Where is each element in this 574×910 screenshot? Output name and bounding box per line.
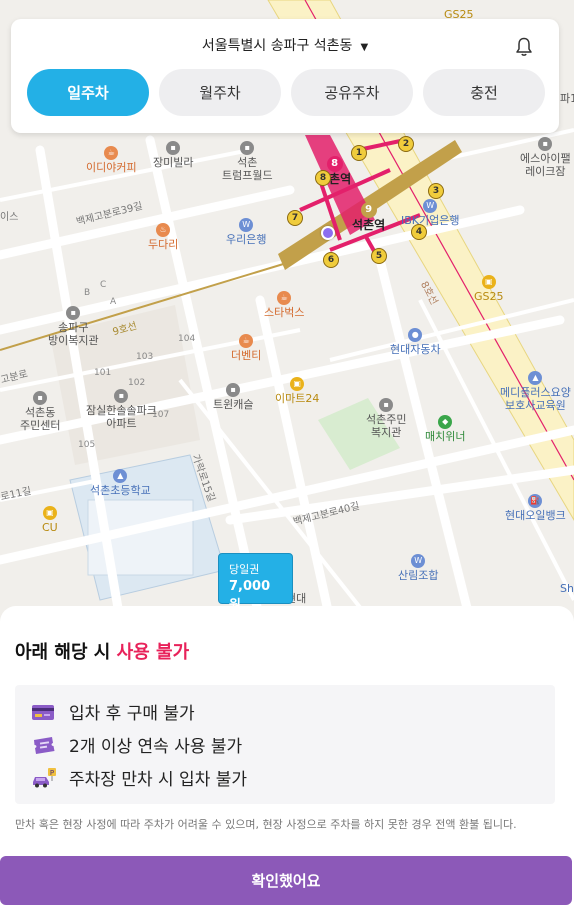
bank-icon: W	[423, 199, 438, 213]
poi-seokchon-center[interactable]: ▪ 석촌동 주민센터	[20, 390, 60, 432]
poi-jamsil-hansol[interactable]: ▪ 잠실한솔솔파크 아파트	[86, 388, 157, 430]
poi-woori[interactable]: W 우리은행	[226, 217, 266, 246]
ticket-icon	[34, 736, 55, 754]
school-icon: ▲	[528, 371, 543, 385]
building-label: 101	[94, 368, 112, 378]
poi-medi-plus[interactable]: ▲ 메디플러스요양 보호사교육원	[500, 370, 571, 412]
car-shop-icon: ●	[408, 328, 423, 342]
store-icon: ▣	[290, 377, 305, 391]
station-label: 석촌역	[352, 218, 386, 232]
restriction-text: 주차장 만차 시 입차 불가	[69, 770, 248, 790]
sheet-title-prefix: 아래 해당 시	[15, 642, 111, 663]
search-header-card: 서울특별시 송파구 석촌동 ▼ 일주차 월주차 공유주차 충전	[11, 19, 559, 133]
store-icon: ▣	[42, 506, 57, 520]
poi-hyundai-car[interactable]: ● 현대자동차	[390, 327, 441, 356]
exit-6-icon: 6	[323, 252, 339, 268]
location-selector[interactable]: 서울특별시 송파구 석촌동 ▼	[11, 35, 559, 55]
poi-ibk[interactable]: W IBK기업은행	[401, 198, 459, 227]
car-parking-icon: P	[33, 767, 56, 787]
poi-jangmi[interactable]: ▪ 장미빌라	[153, 140, 193, 169]
exit-1-icon: 1	[351, 145, 367, 161]
poi-ediya[interactable]: ☕ 이디야커피	[86, 145, 137, 174]
building-label: A	[110, 297, 117, 307]
building-icon: ▪	[114, 389, 129, 403]
cafe-icon: ☕	[239, 334, 254, 348]
caret-down-icon: ▼	[360, 42, 369, 53]
exit-8-icon: 8	[315, 170, 331, 186]
price-marker-label: 당일권	[229, 563, 260, 576]
building-label: 107	[152, 410, 170, 420]
building-icon: ▪	[33, 391, 48, 405]
sheet-title: 아래 해당 시 사용 불가	[15, 638, 189, 664]
cafe-icon: ☕	[104, 146, 119, 160]
cafe-icon: ☕	[277, 291, 292, 305]
exit-7-icon: 7	[287, 210, 303, 226]
restriction-item: 입차 후 구매 불가	[31, 695, 555, 728]
poi-sanlim[interactable]: W 산림조합	[398, 553, 438, 582]
building-icon: ▪	[379, 398, 394, 412]
sheet-title-warn: 사용 불가	[116, 642, 190, 663]
poi-songpa-welfare[interactable]: ▪ 송파구 방이복지관	[48, 305, 99, 347]
poi-dudari[interactable]: ♨ 두다리	[148, 222, 178, 251]
tab-charging[interactable]: 충전	[423, 69, 545, 116]
building-icon: ▪	[66, 306, 81, 320]
poi-es-apt[interactable]: ▪ 에스아이팰 레이크잠	[520, 136, 571, 178]
poi-gs25[interactable]: ▣ GS25	[474, 274, 504, 303]
poi-match-winner[interactable]: ◆ 매치위너	[425, 414, 465, 443]
tab-daily-parking[interactable]: 일주차	[27, 69, 149, 116]
location-label: 서울특별시 송파구 석촌동	[201, 38, 353, 54]
credit-card-icon	[32, 704, 54, 720]
poi-hyundai-oil[interactable]: ⛽ 현대오일뱅크	[505, 493, 566, 522]
building-icon: ▪	[166, 141, 181, 155]
usage-restriction-sheet: 아래 해당 시 사용 불가 입차 후 구매 불가 2개 이상 연속 사용 불가	[0, 606, 574, 910]
restriction-item: P 주차장 만차 시 입차 불가	[31, 761, 555, 794]
building-label: 105	[78, 440, 96, 450]
line9-badge-icon: 9	[360, 202, 377, 218]
exit-2-icon: 2	[398, 136, 414, 152]
poi-deventi[interactable]: ☕ 더벤티	[231, 333, 261, 362]
poi-twin-castle[interactable]: ▪ 트윈캐슬	[213, 382, 253, 411]
parking-type-tabs: 일주차 월주차 공유주차 충전	[27, 69, 545, 116]
poi-seokchon-trump[interactable]: ▪ 석촌 트럼프월드	[222, 140, 273, 182]
parking-price-marker[interactable]: 당일권 7,000원	[218, 553, 293, 613]
building-label: 102	[128, 378, 146, 388]
building-label: B	[84, 288, 91, 298]
building-label: 103	[136, 352, 154, 362]
poi-cu[interactable]: ▣ CU	[42, 505, 58, 534]
station-seokchon-line9[interactable]: 9 석촌역	[352, 202, 385, 232]
restriction-item: 2개 이상 연속 사용 불가	[31, 728, 555, 761]
tab-shared-parking[interactable]: 공유주차	[291, 69, 413, 116]
bell-icon[interactable]	[515, 37, 533, 57]
poi-seokchon-welfare[interactable]: ▪ 석촌주민 복지관	[366, 397, 406, 439]
poi-seokchon-school[interactable]: ▲ 석촌초등학교	[90, 468, 151, 497]
building-icon: ▪	[226, 383, 241, 397]
exit-3-icon: 3	[428, 183, 444, 199]
sports-icon: ◆	[438, 415, 453, 429]
tab-monthly-parking[interactable]: 월주차	[159, 69, 281, 116]
bank-icon: W	[411, 554, 426, 568]
exit-5-icon: 5	[371, 248, 387, 264]
restaurant-icon: ♨	[156, 223, 171, 237]
confirm-button[interactable]: 확인했어요	[0, 856, 572, 905]
building-label: 104	[178, 334, 196, 344]
road-label: 이스	[0, 212, 19, 223]
restriction-text: 2개 이상 연속 사용 불가	[69, 737, 243, 757]
building-icon: ▪	[538, 137, 553, 151]
poi-emart24[interactable]: ▣ 이마트24	[275, 376, 319, 405]
restriction-list: 입차 후 구매 불가 2개 이상 연속 사용 불가 P 주차장 만차 시 입차 …	[15, 685, 555, 804]
gas-station-icon: ⛽	[528, 494, 543, 508]
edge-label: 파1	[560, 92, 574, 105]
poi-starbucks[interactable]: ☕ 스타벅스	[264, 290, 304, 319]
refund-disclaimer: 만차 혹은 현장 사정에 따라 주차가 어려울 수 있으며, 현장 사정으로 주…	[15, 818, 517, 831]
svg-text:P: P	[50, 769, 54, 777]
school-icon: ▲	[113, 469, 128, 483]
restriction-text: 입차 후 구매 불가	[69, 704, 195, 724]
current-location-icon	[321, 226, 335, 240]
line8-badge-icon: 8	[326, 156, 343, 172]
bank-icon: W	[239, 218, 254, 232]
store-icon: ▣	[481, 275, 496, 289]
edge-label: Sh	[560, 582, 574, 595]
building-label: C	[100, 280, 107, 290]
building-icon: ▪	[240, 141, 255, 155]
